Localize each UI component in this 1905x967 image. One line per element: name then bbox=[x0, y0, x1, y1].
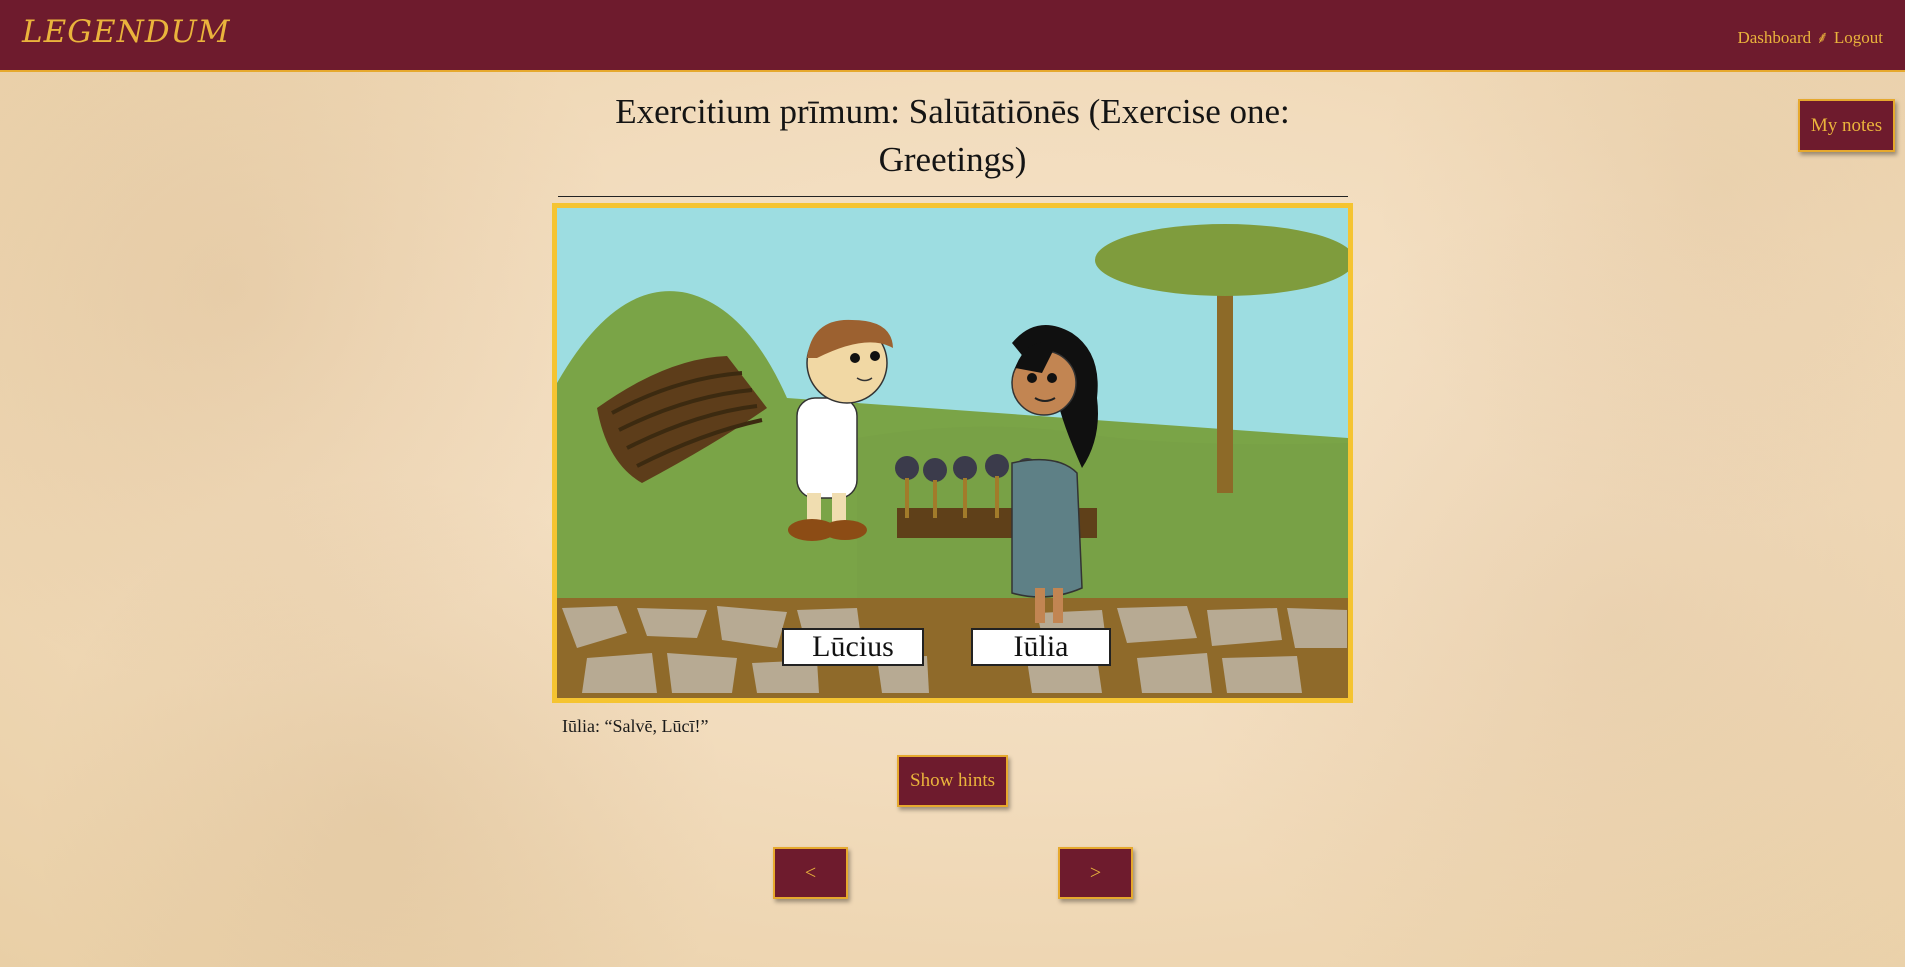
dialogue-caption: Iūlia: “Salvē, Lūcī!” bbox=[562, 716, 709, 736]
top-bar: LEGENDUM Dashboard ⸙ Logout bbox=[0, 0, 1905, 72]
next-button[interactable]: > bbox=[1058, 847, 1133, 899]
scene-svg: Lūcius Iūlia bbox=[557, 208, 1348, 698]
lucius-label: Lūcius bbox=[812, 630, 894, 663]
nav-links: Dashboard ⸙ Logout bbox=[1737, 25, 1883, 48]
my-notes-button[interactable]: My notes bbox=[1798, 99, 1895, 152]
previous-button[interactable]: < bbox=[773, 847, 848, 899]
iulia-label: Iūlia bbox=[1014, 630, 1069, 663]
show-hints-button[interactable]: Show hints bbox=[897, 755, 1008, 807]
title-divider bbox=[558, 196, 1348, 197]
dashboard-link[interactable]: Dashboard bbox=[1737, 28, 1811, 47]
nav-separator-icon: ⸙ bbox=[1816, 28, 1829, 47]
page-title: Exercitium prīmum: Salūtātiōnēs (Exercis… bbox=[615, 92, 1290, 179]
site-logo[interactable]: LEGENDUM bbox=[22, 14, 230, 50]
logout-link[interactable]: Logout bbox=[1834, 28, 1883, 47]
scene-illustration: Lūcius Iūlia bbox=[552, 203, 1353, 703]
